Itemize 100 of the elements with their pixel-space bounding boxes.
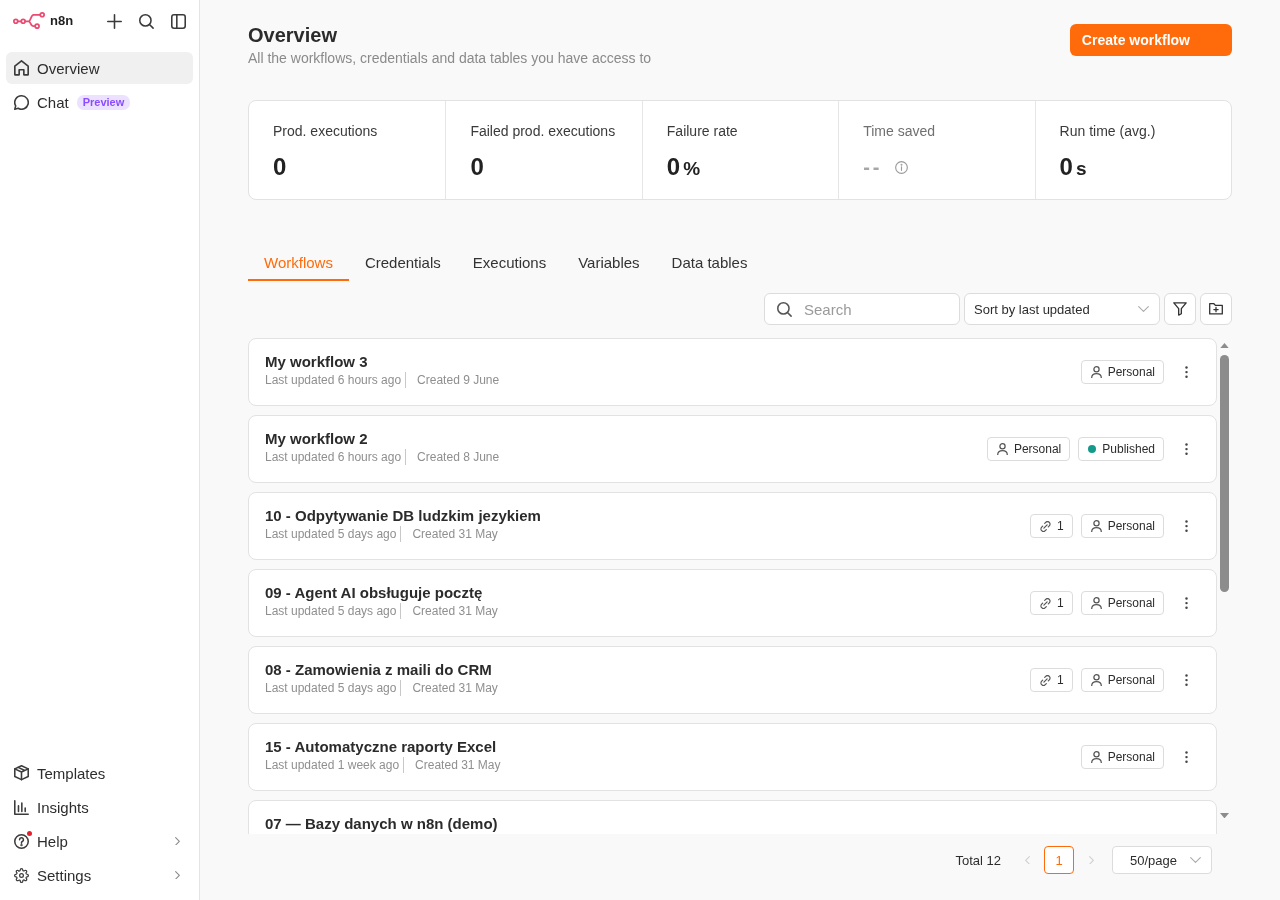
tab[interactable]: Variables [562,246,656,281]
new-folder-button[interactable] [1200,293,1232,325]
search-icon [777,301,792,317]
updated-time: Last updated 5 days ago [265,680,402,696]
created-date: Created 31 May [412,526,498,542]
created-date: Created 31 May [412,603,498,619]
home-icon [14,60,29,76]
nav-item[interactable]: Chat Preview [6,86,193,118]
person-icon [1090,519,1102,533]
bar-chart-icon [14,799,29,815]
search-field[interactable]: Search [764,293,960,325]
workflow-card[interactable]: 07 — Bazy danych w n8n (demo) [248,800,1217,834]
created-date: Created 9 June [417,372,500,388]
updated-time: Last updated 5 days ago [265,603,402,619]
updated-time: Last updated 6 hours ago [265,372,407,388]
share-count: 1 [1056,519,1064,533]
tab[interactable]: Credentials [348,246,457,281]
workflow-card[interactable]: My workflow 2 Last updated 6 hours ago Created 8 June Personal Published [248,415,1217,483]
more-icon [1184,596,1188,610]
panel-icon [170,13,186,29]
workflow-card[interactable]: 09 - Agent AI obsługuje pocztę Last updated 5 days ago Created 31 May 1 Personal [248,569,1217,637]
workflow-title: 09 - Agent AI obsługuje pocztę [265,583,483,603]
help-icon [14,833,29,849]
project-name: Personal [1107,519,1155,533]
created-date: Created 8 June [417,449,500,465]
filter-button[interactable] [1164,293,1196,325]
stat-unit: % [683,158,701,180]
workflow-card[interactable]: My workflow 3 Last updated 6 hours ago Created 9 June Personal [248,338,1217,406]
updated-time: Last updated 6 hours ago [265,449,407,465]
chat-icon [14,94,29,110]
status-label: Published [1102,442,1155,456]
link-icon [1039,597,1051,609]
person-icon [1090,596,1102,610]
workflow-title: 07 — Bazy danych w n8n (demo) [265,814,498,834]
stat-label: Failure rate [666,122,738,141]
stat-value: 0 [470,152,484,182]
filter-icon [1173,302,1187,316]
project-name: Personal [1107,596,1155,610]
settings-icon [14,867,29,883]
more-icon [1184,750,1188,764]
person-icon [996,442,1008,456]
nav-item[interactable]: Templates [6,757,193,789]
link-icon [1039,520,1051,532]
stat-label: Time saved [863,122,936,141]
preview-badge: Preview [76,94,131,110]
page-title: Overview [248,23,337,48]
chevron-right-icon [1088,855,1094,865]
workflow-card[interactable]: 08 - Zamowienia z maili do CRM Last updated 5 days ago Created 31 May 1 Personal [248,646,1217,714]
logo-icon [13,12,45,30]
link-icon [1039,674,1051,686]
project-name: Personal [1107,673,1155,687]
stat-value: 0 [1059,152,1073,182]
person-icon [1090,365,1102,379]
more-icon [1184,673,1188,687]
page-subtitle: All the workflows, credentials and data tables you have access to [248,49,652,68]
more-icon [1184,365,1188,379]
workflow-title: 15 - Automatyczne raporty Excel [265,737,497,757]
stat-label: Run time (avg.) [1059,122,1156,141]
project-name: Personal [1107,750,1155,764]
workflow-title: My workflow 3 [265,352,368,372]
tab[interactable]: Data tables [655,246,764,281]
updated-time: Last updated 5 days ago [265,526,402,542]
plus-icon [106,13,122,29]
chevron-left-icon [1024,855,1030,865]
stat-unit: s [1075,158,1087,180]
nav-item[interactable]: Overview [6,52,193,84]
chevron-down-icon [1190,856,1201,864]
scroll-up-icon [1220,343,1229,349]
created-date: Created 31 May [412,680,498,696]
total-count: Total 12 [955,852,1001,868]
workflow-card[interactable]: 10 - Odpytywanie DB ludzkim jezykiem Last updated 5 days ago Created 31 May 1 Personal [248,492,1217,560]
stat-value: 0 [273,152,287,182]
created-date: Created 31 May [415,757,501,773]
person-icon [1090,673,1102,687]
workflow-card[interactable]: 15 - Automatyczne raporty Excel Last updated 1 week ago Created 31 May Personal [248,723,1217,791]
share-count: 1 [1056,596,1064,610]
nav-item[interactable]: Insights [6,791,193,823]
workflow-title: 10 - Odpytywanie DB ludzkim jezykiem [265,506,541,526]
stat-label: Failed prod. executions [470,122,616,141]
tab[interactable]: Executions [456,246,563,281]
sort-select[interactable]: Sort by last updated [964,293,1160,325]
stat-value: -- [863,155,883,180]
workflow-title: My workflow 2 [265,429,368,449]
share-count: 1 [1056,673,1064,687]
more-icon [1184,519,1188,533]
stat-value: 0 [666,152,681,182]
info-icon [894,161,908,174]
search-icon [138,13,154,29]
project-name: Personal [1013,442,1062,456]
project-name: Personal [1107,365,1155,379]
chevron-down-icon [1138,305,1149,313]
more-icon [1184,442,1188,456]
person-icon [1090,750,1102,764]
nav-item[interactable]: Help [6,825,193,857]
box-icon [14,765,29,781]
scrollbar-thumb[interactable] [1220,355,1229,593]
folder-plus-icon [1209,303,1223,315]
scroll-down-icon [1220,812,1229,818]
page-size-select[interactable]: 50/page [1112,846,1212,874]
nav-item[interactable]: Settings [6,859,193,891]
